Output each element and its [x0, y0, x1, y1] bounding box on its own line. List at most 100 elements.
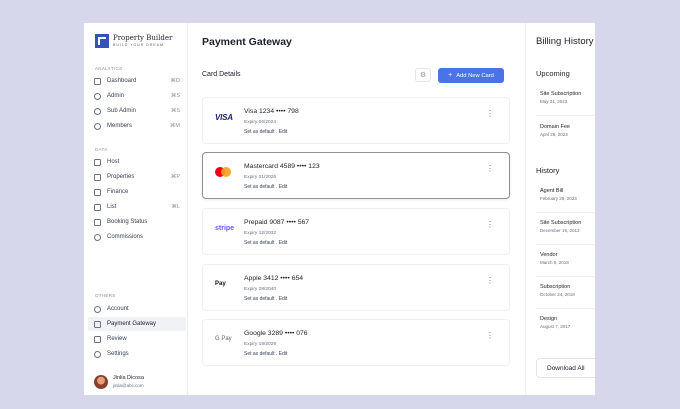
commission-icon: [94, 233, 101, 241]
download-all-label: Download All: [547, 364, 585, 372]
sidebar-item-list[interactable]: List ⌘L: [88, 200, 186, 214]
payment-card-apple-pay[interactable]: Pay Apple 3412 •••• 654 Expiry 28/2040 S…: [202, 264, 510, 311]
sidebar-item-commissions[interactable]: Commissions: [88, 230, 186, 244]
list-item[interactable]: Subscription October 24, 2018: [540, 283, 575, 298]
card-actions[interactable]: Set as default . Edit: [244, 296, 287, 302]
card-actions[interactable]: Set as default . Edit: [244, 351, 287, 357]
card-title: Google 3289 •••• 076: [244, 330, 308, 337]
more-options-icon[interactable]: ⋮: [486, 110, 494, 118]
add-new-card-button[interactable]: + Add New Card: [438, 68, 504, 83]
building-icon: [94, 173, 101, 181]
sidebar-item-label: Review: [107, 336, 127, 342]
card-expiry: Expiry 28/2040: [244, 287, 276, 292]
more-options-icon[interactable]: ⋮: [486, 165, 494, 173]
stripe-logo: stripe: [215, 224, 235, 232]
shortcut-hint: ⌘D: [170, 78, 180, 84]
list-icon: [94, 203, 101, 211]
sidebar-item-sub-admin[interactable]: Sub Admin ⌘S: [88, 104, 186, 118]
divider: [536, 244, 595, 245]
apple-pay-logo: Pay: [215, 281, 226, 287]
divider: [536, 212, 595, 213]
calendar-icon: [94, 218, 101, 226]
shortcut-hint: ⌘S: [170, 108, 180, 114]
sidebar-item-payment-gateway[interactable]: Payment Gateway: [88, 317, 186, 331]
download-all-button[interactable]: Download All: [536, 358, 595, 378]
sidebar-item-label: Settings: [107, 351, 129, 357]
more-options-icon[interactable]: ⋮: [486, 332, 494, 340]
card-expiry: Expiry 12/2032: [244, 231, 276, 236]
gear-icon: [94, 350, 101, 358]
list-item[interactable]: Site Subscription December 19, 2013: [540, 219, 581, 234]
history-title: History: [536, 166, 560, 175]
sidebar-item-review[interactable]: Review: [88, 332, 186, 346]
more-options-icon[interactable]: ⋮: [486, 277, 494, 285]
sidebar-item-members[interactable]: Members ⌘M: [88, 119, 186, 133]
payment-card-google-pay[interactable]: G Pay Google 3289 •••• 076 Expiry 18/202…: [202, 319, 510, 366]
app-window: Property Builder BUILD YOUR DREAM ANALYT…: [84, 23, 595, 395]
sidebar-item-properties[interactable]: Properties ⌘P: [88, 170, 186, 184]
list-item[interactable]: Vendor March 6, 2018: [540, 251, 569, 266]
page-title: Payment Gateway: [202, 36, 292, 48]
list-item[interactable]: Site Subscription May 31, 2023: [540, 90, 581, 105]
sidebar-item-dashboard[interactable]: Dashboard ⌘D: [88, 74, 186, 88]
brand[interactable]: Property Builder BUILD YOUR DREAM: [84, 32, 187, 50]
divider: [536, 308, 595, 309]
user-email: jinlia@abc.com: [113, 383, 144, 388]
user-icon: [94, 305, 101, 313]
divider: [536, 115, 595, 116]
home-icon: [94, 77, 101, 85]
host-icon: [94, 158, 101, 166]
brand-name: Property Builder: [113, 34, 173, 42]
list-item[interactable]: Domain Fee April 28, 2023: [540, 123, 570, 138]
shortcut-hint: ⌘M: [169, 123, 180, 129]
payment-card-visa[interactable]: VISA Visa 1234 •••• 798 Expiry 06/2024 S…: [202, 97, 510, 144]
payment-card-stripe[interactable]: stripe Prepaid 9087 •••• 567 Expiry 12/2…: [202, 208, 510, 255]
sidebar-item-finance[interactable]: Finance: [88, 185, 186, 199]
section-label-analytics: ANALYTICS: [95, 66, 123, 71]
finance-icon: [94, 188, 101, 196]
sidebar-item-label: Members: [107, 123, 133, 129]
section-title-card-details: Card Details: [202, 71, 241, 78]
card-expiry: Expiry 01/2026: [244, 175, 276, 180]
payment-card-mastercard[interactable]: Mastercard 4589 •••• 123 Expiry 01/2026 …: [202, 152, 510, 199]
more-options-icon[interactable]: ⋮: [486, 221, 494, 229]
sidebar-item-admin[interactable]: Admin ⌘S: [88, 89, 186, 103]
sidebar-item-label: Finance: [107, 189, 129, 195]
add-new-card-label: Add New Card: [456, 72, 494, 79]
settings-button[interactable]: ⚙: [415, 68, 431, 82]
sidebar-item-label: List: [107, 204, 117, 210]
section-label-data: DATA: [95, 147, 108, 152]
card-title: Mastercard 4589 •••• 123: [244, 163, 320, 170]
list-item[interactable]: Agent Bill February 28, 2023: [540, 187, 577, 202]
visa-logo: VISA: [215, 112, 233, 122]
card-actions[interactable]: Set as default . Edit: [244, 184, 287, 190]
user-icon: [94, 107, 101, 115]
sidebar-item-label: Booking Status: [107, 219, 148, 225]
shortcut-hint: ⌘P: [170, 174, 180, 180]
user-icon: [94, 92, 101, 100]
sidebar: Property Builder BUILD YOUR DREAM ANALYT…: [84, 23, 188, 395]
card-actions[interactable]: Set as default . Edit: [244, 129, 287, 135]
divider: [536, 276, 595, 277]
sidebar-item-label: Commissions: [107, 234, 144, 240]
sidebar-item-host[interactable]: Host: [88, 155, 186, 169]
users-icon: [94, 122, 101, 130]
mastercard-logo: [215, 167, 239, 177]
section-label-others: OTHERS: [95, 293, 116, 298]
shortcut-hint: ⌘S: [170, 93, 180, 99]
card-title: Prepaid 9087 •••• 567: [244, 219, 310, 226]
sidebar-item-account[interactable]: Account: [88, 302, 186, 316]
google-pay-logo: G Pay: [215, 336, 232, 342]
sidebar-item-booking-status[interactable]: Booking Status: [88, 215, 186, 229]
review-icon: [94, 335, 101, 343]
card-actions[interactable]: Set as default . Edit: [244, 240, 287, 246]
card-title: Apple 3412 •••• 654: [244, 275, 304, 282]
list-item[interactable]: Design August 7, 2017: [540, 315, 570, 330]
plus-icon: +: [448, 72, 453, 79]
sidebar-item-label: Properties: [107, 174, 135, 180]
user-profile[interactable]: Jinlia Dicosa jinlia@abc.com: [94, 374, 144, 389]
sidebar-item-label: Payment Gateway: [107, 321, 157, 327]
sidebar-item-settings[interactable]: Settings: [88, 347, 186, 361]
sidebar-item-label: Account: [107, 306, 129, 312]
brand-logo-icon: [95, 34, 109, 48]
